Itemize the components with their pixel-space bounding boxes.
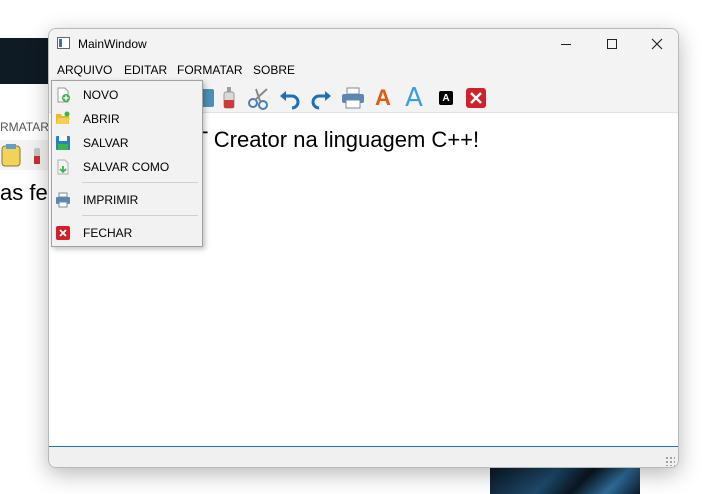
redo-icon [311, 91, 331, 110]
save-as-icon [55, 159, 71, 175]
background-image [490, 467, 640, 494]
menu-arquivo[interactable]: ARQUIVO [57, 63, 112, 77]
font-style-icon: A [439, 91, 453, 105]
menu-bar: ARQUIVO EDITAR FORMATAR SOBRE [49, 59, 678, 81]
menu-editar[interactable]: EDITAR [124, 63, 167, 77]
minimize-icon [561, 43, 571, 45]
background-toolbar-fragment [0, 140, 50, 170]
close-icon [651, 38, 663, 50]
close-icon [55, 225, 71, 241]
new-file-icon [55, 87, 71, 103]
font-size-icon: A [405, 83, 423, 113]
menu-item-novo[interactable]: NOVO [52, 84, 202, 106]
print-icon [55, 192, 71, 208]
menu-item-label: ABRIR [83, 112, 120, 126]
toolbar-close-button[interactable] [463, 85, 489, 111]
title-bar[interactable]: MainWindow [49, 29, 678, 59]
close-window-button[interactable] [634, 29, 678, 59]
menu-separator [82, 182, 198, 183]
glue-icon [223, 87, 235, 109]
undo-button[interactable] [277, 85, 303, 111]
minimize-button[interactable] [543, 29, 589, 59]
folder-open-icon [55, 111, 71, 127]
menu-item-label: SALVAR COMO [83, 160, 170, 174]
menu-sobre[interactable]: SOBRE [253, 63, 295, 77]
menu-item-label: NOVO [83, 88, 119, 102]
maximize-icon [607, 39, 617, 49]
menu-item-label: FECHAR [83, 226, 133, 240]
font-size-button[interactable]: A [401, 83, 427, 113]
print-button[interactable] [340, 85, 366, 111]
menu-item-abrir[interactable]: ABRIR [52, 108, 202, 130]
font-color-icon: A [375, 85, 391, 110]
print-icon [342, 87, 364, 109]
undo-icon [280, 91, 300, 110]
app-icon [57, 37, 70, 49]
menu-separator [82, 215, 198, 216]
redo-button[interactable] [308, 85, 334, 111]
background-editor-text: as fe [0, 180, 48, 205]
arquivo-dropdown-menu: NOVO ABRIR SALVAR SALVAR COMO IMPRIMIR F… [51, 80, 203, 247]
cut-button[interactable] [246, 85, 272, 111]
cut-icon [248, 88, 268, 110]
resize-grip-icon[interactable] [665, 456, 675, 466]
menu-item-salvar[interactable]: SALVAR [52, 132, 202, 154]
menu-item-imprimir[interactable]: IMPRIMIR [52, 189, 202, 211]
window-title: MainWindow [78, 37, 147, 51]
save-icon [55, 135, 71, 151]
font-style-button[interactable]: A [433, 85, 459, 111]
menu-formatar[interactable]: FORMATAR [177, 63, 243, 77]
menu-item-fechar[interactable]: FECHAR [52, 222, 202, 244]
close-icon [466, 88, 486, 108]
background-window-header [0, 38, 50, 84]
glue-button[interactable] [216, 85, 242, 111]
menu-item-salvar-como[interactable]: SALVAR COMO [52, 156, 202, 178]
menu-item-label: IMPRIMIR [83, 193, 139, 207]
font-color-button[interactable]: A [370, 85, 396, 111]
menu-item-label: SALVAR [83, 136, 129, 150]
status-bar [49, 447, 678, 467]
background-menu-fragment: RMATAR [0, 120, 49, 134]
maximize-button[interactable] [589, 29, 635, 59]
